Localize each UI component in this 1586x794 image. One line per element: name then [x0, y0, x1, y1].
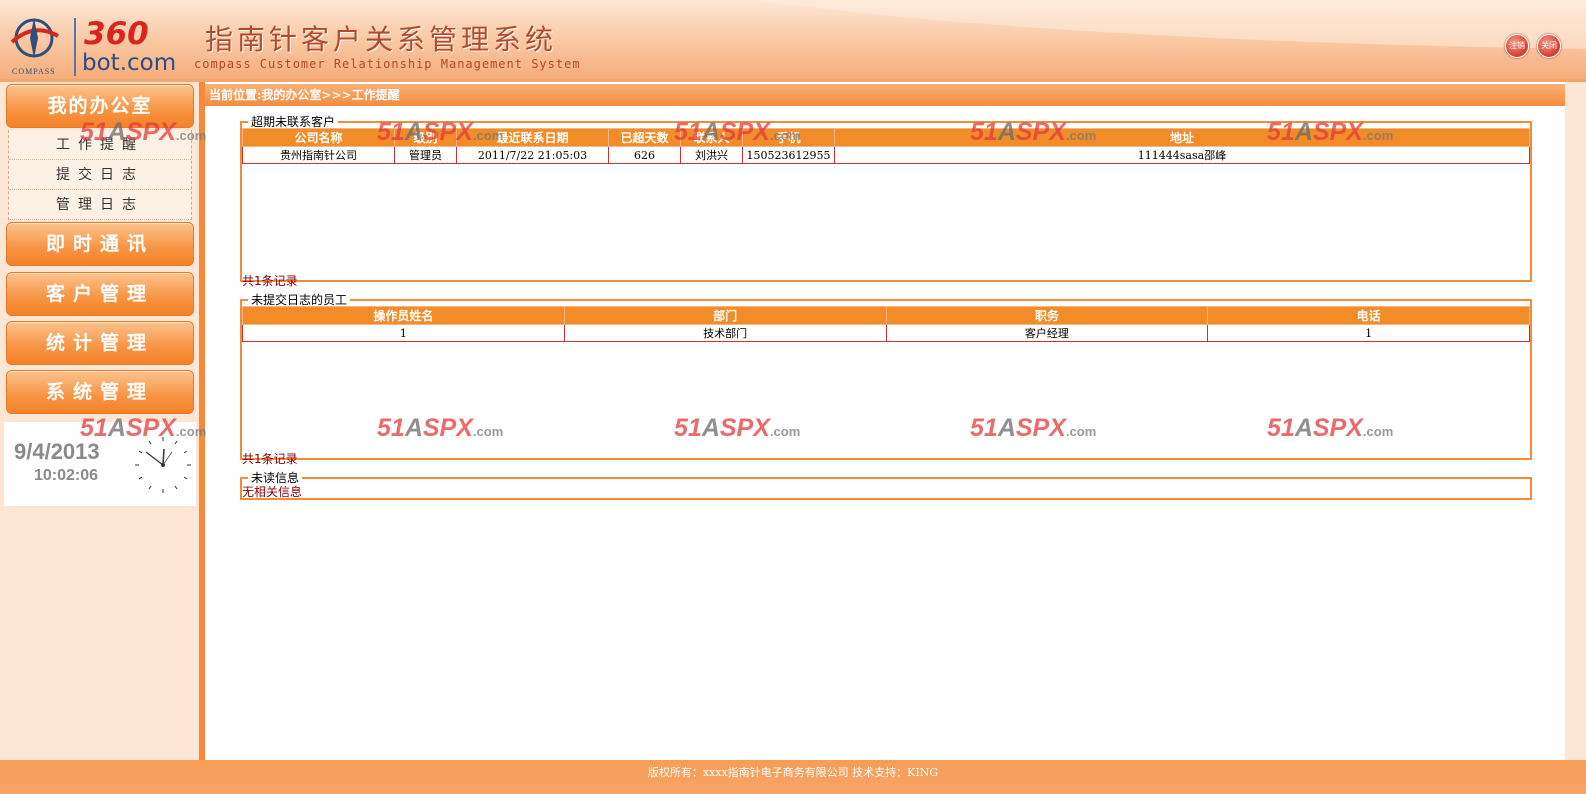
footer-copyright: 版权所有：xxxx指南针电子商务有限公司 技术支持：KING — [0, 760, 1586, 794]
menu-instant-messaging[interactable]: 即时通讯 — [6, 222, 194, 266]
sidebar: 我的办公室 工作提醒 提交日志 管理日志 即时通讯 客户管理 统计管理 系统管理… — [0, 82, 199, 760]
menu-my-office[interactable]: 我的办公室 — [6, 84, 194, 128]
table-cell: 1 — [242, 324, 565, 342]
no-log-employees-panel: 未提交日志的员工 操作员姓名 部门 职务 电话 1 技术部门 客户经理 1 共1… — [240, 293, 1532, 466]
logout-button[interactable]: 注销 — [1505, 34, 1529, 58]
submenu-item-manage-log[interactable]: 管理日志 — [9, 190, 191, 220]
column-header[interactable]: 手机 — [742, 128, 835, 147]
column-header[interactable]: 操作员姓名 — [242, 306, 565, 325]
logo: COMPASS 360 bot.com — [4, 6, 184, 76]
table-cell: 2011/7/22 21:05:03 — [456, 146, 609, 164]
unread-messages-empty-text: 无相关信息 — [242, 485, 303, 499]
column-header[interactable]: 电话 — [1207, 306, 1530, 325]
table-cell: 管理员 — [394, 146, 457, 164]
table-cell: 150523612955 — [742, 146, 835, 164]
column-header[interactable]: 级别 — [394, 128, 457, 147]
system-subtitle: compass Customer Relationship Management… — [194, 57, 581, 71]
compass-logo-icon — [10, 18, 60, 58]
column-header[interactable]: 最近联系日期 — [456, 128, 609, 147]
logo-divider — [74, 18, 76, 76]
menu-system-management[interactable]: 系统管理 — [6, 370, 194, 414]
overdue-record-count: 共1条记录 — [242, 274, 298, 288]
analog-clock-icon — [135, 437, 191, 493]
logo-compass-text: COMPASS — [12, 67, 56, 76]
column-header[interactable]: 联系人 — [680, 128, 743, 147]
logo-bot: bot.com — [82, 50, 177, 76]
table-row[interactable]: 贵州指南针公司 管理员 2011/7/22 21:05:03 626 刘洪兴 1… — [242, 146, 1530, 164]
main-content: 当前位置:我的办公室>>>工作提醒 超期未联系客户 公司名称 级别 最近联系日期… — [205, 82, 1565, 760]
table-header-row: 公司名称 级别 最近联系日期 已超天数 联系人 手机 地址 — [242, 128, 1530, 147]
column-header[interactable]: 地址 — [834, 128, 1530, 147]
clock-panel: 9/4/2013 10:02:06 — [4, 422, 196, 506]
table-cell: 626 — [608, 146, 681, 164]
header-wave-decoration — [560, 0, 1586, 50]
table-cell: 1 — [1207, 324, 1530, 342]
overdue-customers-legend: 超期未联系客户 — [251, 115, 336, 129]
column-header[interactable]: 公司名称 — [242, 128, 395, 147]
unread-messages-panel: 未读信息 无相关信息 — [240, 472, 1532, 500]
system-title: 指南针客户关系管理系统 — [205, 23, 558, 56]
app-header: COMPASS 360 bot.com 指南针客户关系管理系统 compass … — [0, 0, 1586, 82]
unread-messages-legend: 未读信息 — [251, 471, 300, 485]
column-header[interactable]: 部门 — [563, 306, 887, 325]
no-log-employees-table: 操作员姓名 部门 职务 电话 1 技术部门 客户经理 1 — [242, 306, 1530, 342]
column-header[interactable]: 已超天数 — [608, 128, 681, 147]
clock-time: 10:02:06 — [34, 467, 99, 484]
right-strip — [1565, 82, 1586, 760]
no-log-employees-legend: 未提交日志的员工 — [251, 293, 348, 307]
clock-date: 9/4/2013 — [14, 439, 100, 464]
table-cell: 刘洪兴 — [680, 146, 743, 164]
overdue-customers-panel: 超期未联系客户 公司名称 级别 最近联系日期 已超天数 联系人 手机 地址 贵州… — [240, 115, 1532, 288]
menu-statistics-management[interactable]: 统计管理 — [6, 321, 194, 365]
logo-360: 360 — [84, 16, 149, 52]
no-log-record-count: 共1条记录 — [242, 452, 298, 466]
table-cell: 客户经理 — [885, 324, 1209, 342]
overdue-customers-table: 公司名称 级别 最近联系日期 已超天数 联系人 手机 地址 贵州指南针公司 管理… — [242, 128, 1530, 164]
table-cell: 技术部门 — [563, 324, 887, 342]
menu-customer-management[interactable]: 客户管理 — [6, 272, 194, 316]
table-cell: 贵州指南针公司 — [242, 146, 395, 164]
submenu-my-office: 工作提醒 提交日志 管理日志 — [8, 130, 192, 220]
table-header-row: 操作员姓名 部门 职务 电话 — [242, 306, 1530, 325]
table-row[interactable]: 1 技术部门 客户经理 1 — [242, 324, 1530, 342]
submenu-item-work-reminder[interactable]: 工作提醒 — [9, 130, 191, 160]
close-button[interactable]: 关闭 — [1537, 34, 1561, 58]
column-header[interactable]: 职务 — [885, 306, 1209, 325]
breadcrumb: 当前位置:我的办公室>>>工作提醒 — [205, 84, 1565, 106]
table-cell: 111444sasa邵峰 — [834, 146, 1530, 164]
submenu-item-submit-log[interactable]: 提交日志 — [9, 160, 191, 190]
